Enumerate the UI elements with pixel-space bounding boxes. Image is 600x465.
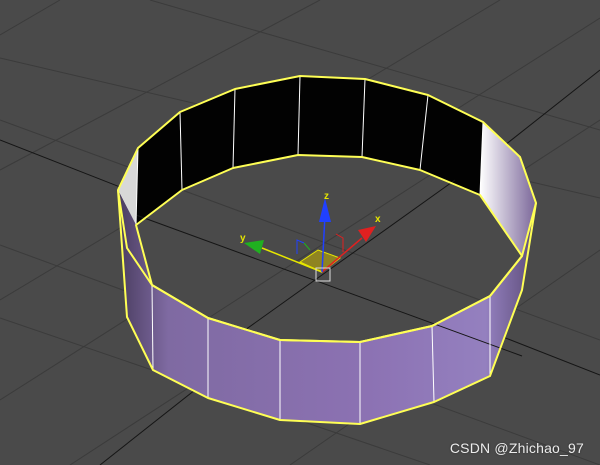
x-axis-label: x [375,214,381,225]
watermark: CSDN @Zhichao_97 [449,440,584,456]
tube-object[interactable] [117,75,537,425]
viewport-scene[interactable]: y x z [0,0,600,465]
grid-line [0,0,61,36]
perspective-viewport[interactable]: y x z CSDN @Zhichao_97 [0,0,600,465]
z-axis-label: z [324,191,329,202]
y-axis-label: y [240,233,246,244]
